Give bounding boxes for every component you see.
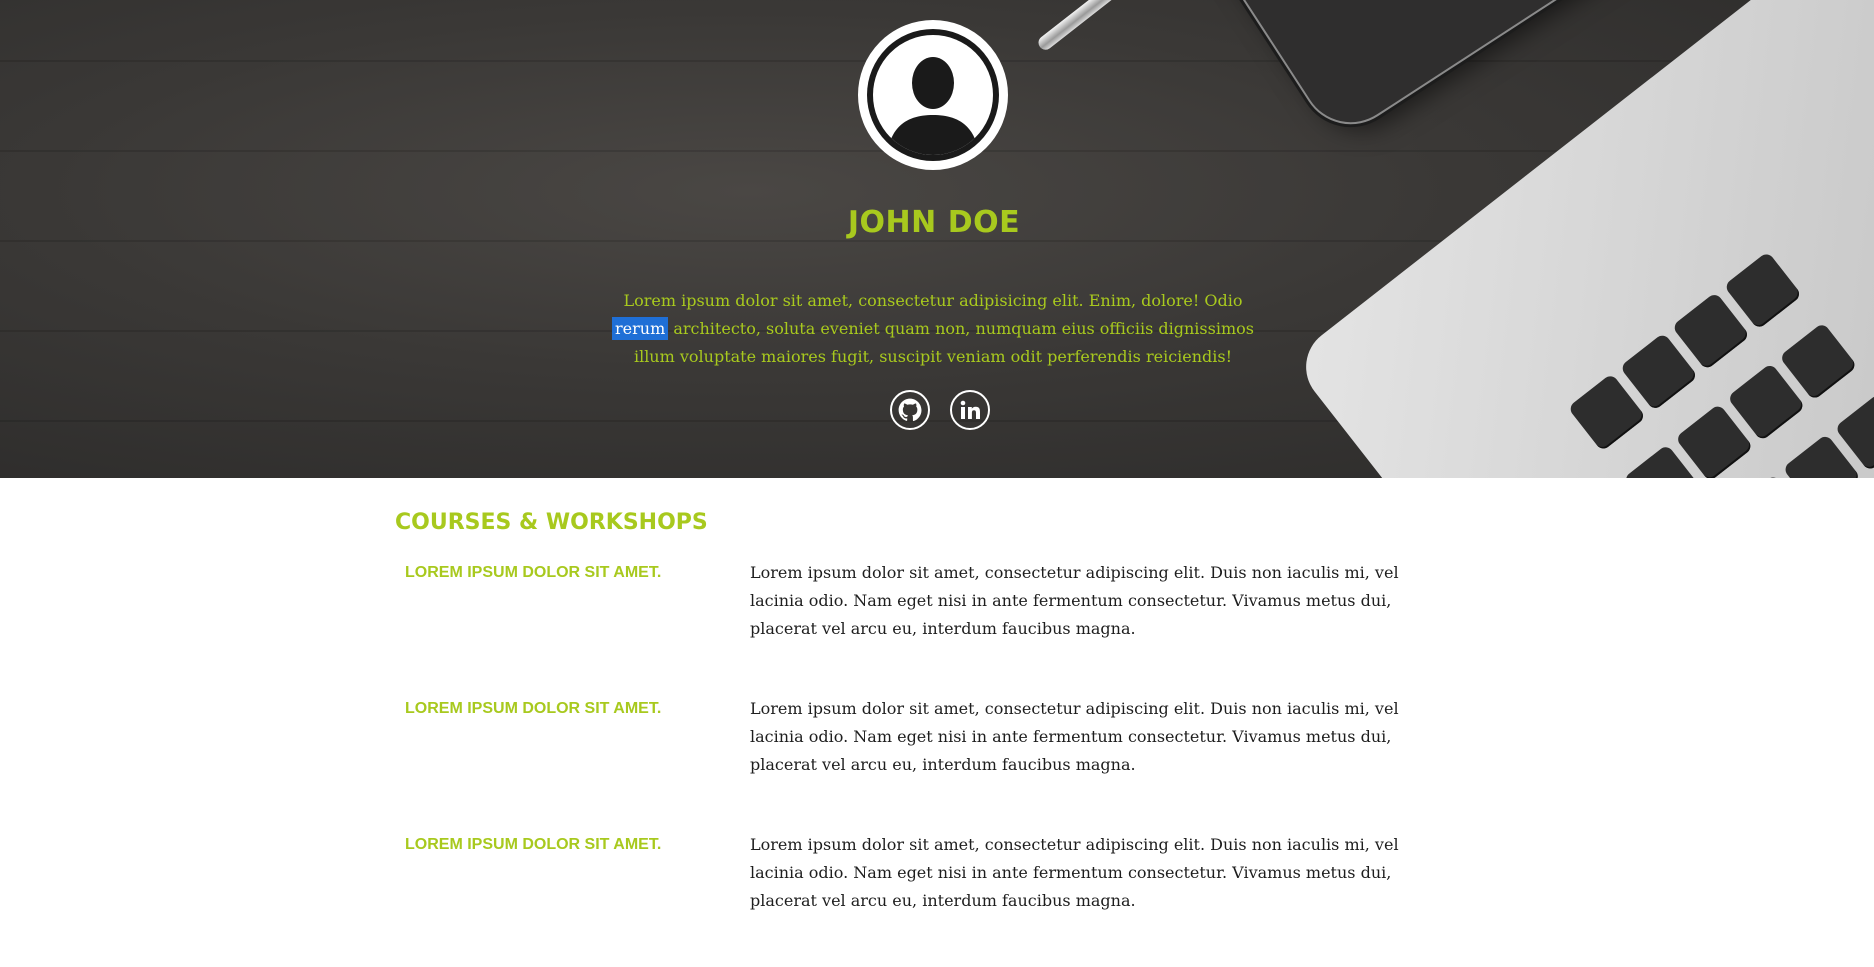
avatar-photo (873, 35, 993, 155)
courses-section: COURSES & WORKSHOPS LOREM IPSUM DOLOR SI… (395, 510, 1475, 967)
selected-text: rerum (612, 317, 669, 340)
course-description: Lorem ipsum dolor sit amet, consectetur … (750, 699, 1399, 774)
linkedin-icon (960, 400, 980, 419)
course-item: LOREM IPSUM DOLOR SIT AMET. Lorem ipsum … (395, 559, 1475, 643)
pen-image (1035, 0, 1281, 53)
bio-text-before: Lorem ipsum dolor sit amet, consectetur … (623, 291, 1243, 310)
hero-banner: JOHN DOE Lorem ipsum dolor sit amet, con… (0, 0, 1874, 478)
profile-name: JOHN DOE (847, 205, 1021, 240)
bio-text-after: architecto, soluta eveniet quam non, num… (633, 319, 1254, 366)
avatar (858, 20, 1008, 170)
course-description: Lorem ipsum dolor sit amet, consectetur … (750, 835, 1399, 910)
course-description: Lorem ipsum dolor sit amet, consectetur … (750, 563, 1399, 638)
course-title: LOREM IPSUM DOLOR SIT AMET. (405, 836, 662, 853)
course-item: LOREM IPSUM DOLOR SIT AMET. Lorem ipsum … (395, 695, 1475, 779)
social-links (890, 390, 990, 430)
course-item: LOREM IPSUM DOLOR SIT AMET. Lorem ipsum … (395, 831, 1475, 915)
avatar-ring (867, 29, 999, 161)
linkedin-link[interactable] (950, 390, 990, 430)
course-title: LOREM IPSUM DOLOR SIT AMET. (405, 700, 662, 717)
profile-bio: Lorem ipsum dolor sit amet, consectetur … (608, 287, 1258, 371)
user-silhouette-icon (887, 57, 979, 155)
github-link[interactable] (890, 390, 930, 430)
github-icon (898, 398, 922, 422)
course-title: LOREM IPSUM DOLOR SIT AMET. (405, 564, 662, 581)
section-title: COURSES & WORKSHOPS (395, 510, 708, 535)
